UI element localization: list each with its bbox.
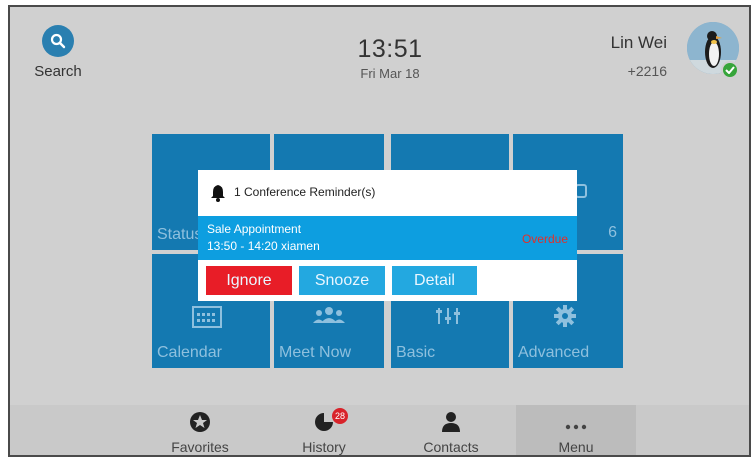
- tile-label: Meet Now: [279, 344, 352, 361]
- conference-reminder-dialog: 1 Conference Reminder(s) Sale Appointmen…: [198, 170, 577, 301]
- clock: 13:51 Fri Mar 18: [340, 35, 440, 81]
- phone-screen: Search 13:51 Fri Mar 18 Lin Wei +2216 St…: [8, 5, 751, 457]
- reminder-time: 13:50 - 14:20 xiamen: [207, 239, 320, 253]
- clock-time: 13:51: [357, 35, 423, 63]
- dock-menu[interactable]: Menu: [516, 405, 636, 455]
- bottom-dock: Favorites 28 History Contacts Menu: [10, 405, 749, 455]
- dock-label: Contacts: [423, 439, 479, 455]
- tile-label: Basic: [396, 344, 436, 361]
- calendar-icon: [192, 306, 222, 333]
- user-name: Lin Wei: [610, 33, 667, 52]
- reminder-item[interactable]: Sale Appointment 13:50 - 14:20 xiamen Ov…: [198, 216, 577, 260]
- dialog-header: 1 Conference Reminder(s): [198, 170, 577, 216]
- detail-button[interactable]: Detail: [392, 266, 477, 295]
- reminder-status: Overdue: [521, 232, 568, 246]
- star-icon: [189, 411, 211, 438]
- bell-icon: [210, 182, 226, 207]
- dock-favorites[interactable]: Favorites: [140, 405, 260, 455]
- sliders-icon: [435, 306, 461, 331]
- dialog-title: 1 Conference Reminder(s): [234, 185, 376, 199]
- presence-online-icon: [721, 61, 739, 79]
- search-icon: [42, 25, 74, 57]
- search-button[interactable]: Search: [28, 25, 88, 80]
- gear-icon: [553, 304, 577, 333]
- snooze-button[interactable]: Snooze: [299, 266, 385, 295]
- tile-label: Advanced: [518, 344, 590, 361]
- tile-label: 6: [608, 224, 617, 241]
- dialog-actions: Ignore Snooze Detail: [198, 260, 577, 301]
- search-label: Search: [34, 63, 82, 80]
- person-icon: [440, 411, 462, 438]
- dock-history[interactable]: 28 History: [264, 405, 384, 455]
- missed-calls-badge: 28: [332, 408, 348, 424]
- tile-label: Status: [157, 226, 203, 243]
- dock-label: Favorites: [171, 439, 229, 455]
- ignore-button[interactable]: Ignore: [206, 266, 292, 295]
- dock-contacts[interactable]: Contacts: [391, 405, 511, 455]
- group-icon: [312, 306, 346, 329]
- dock-label: History: [302, 439, 346, 455]
- account-info: Lin Wei +2216: [611, 33, 667, 79]
- reminder-subject: Sale Appointment: [207, 222, 302, 236]
- more-icon: [565, 417, 587, 435]
- clock-date: Fri Mar 18: [360, 66, 420, 81]
- tile-label: Calendar: [157, 344, 222, 361]
- dock-label: Menu: [558, 439, 594, 455]
- user-extension: +2216: [627, 63, 667, 79]
- status-header: Search 13:51 Fri Mar 18 Lin Wei +2216: [10, 7, 749, 107]
